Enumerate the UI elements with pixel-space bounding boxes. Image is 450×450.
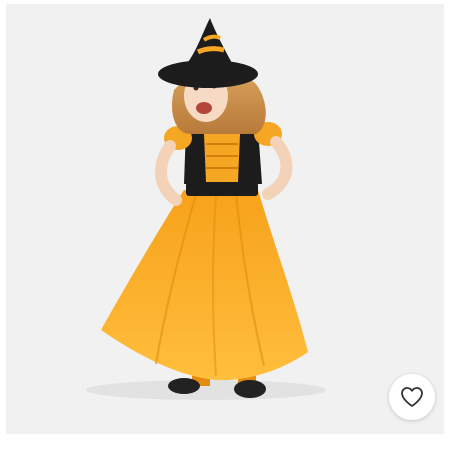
witch-costume-photo xyxy=(86,18,326,400)
favorite-button[interactable] xyxy=(389,374,435,420)
product-image[interactable] xyxy=(6,4,444,434)
product-card[interactable] xyxy=(0,0,450,450)
card-footer-spacer xyxy=(0,436,450,450)
heart-outline-icon xyxy=(400,386,424,408)
